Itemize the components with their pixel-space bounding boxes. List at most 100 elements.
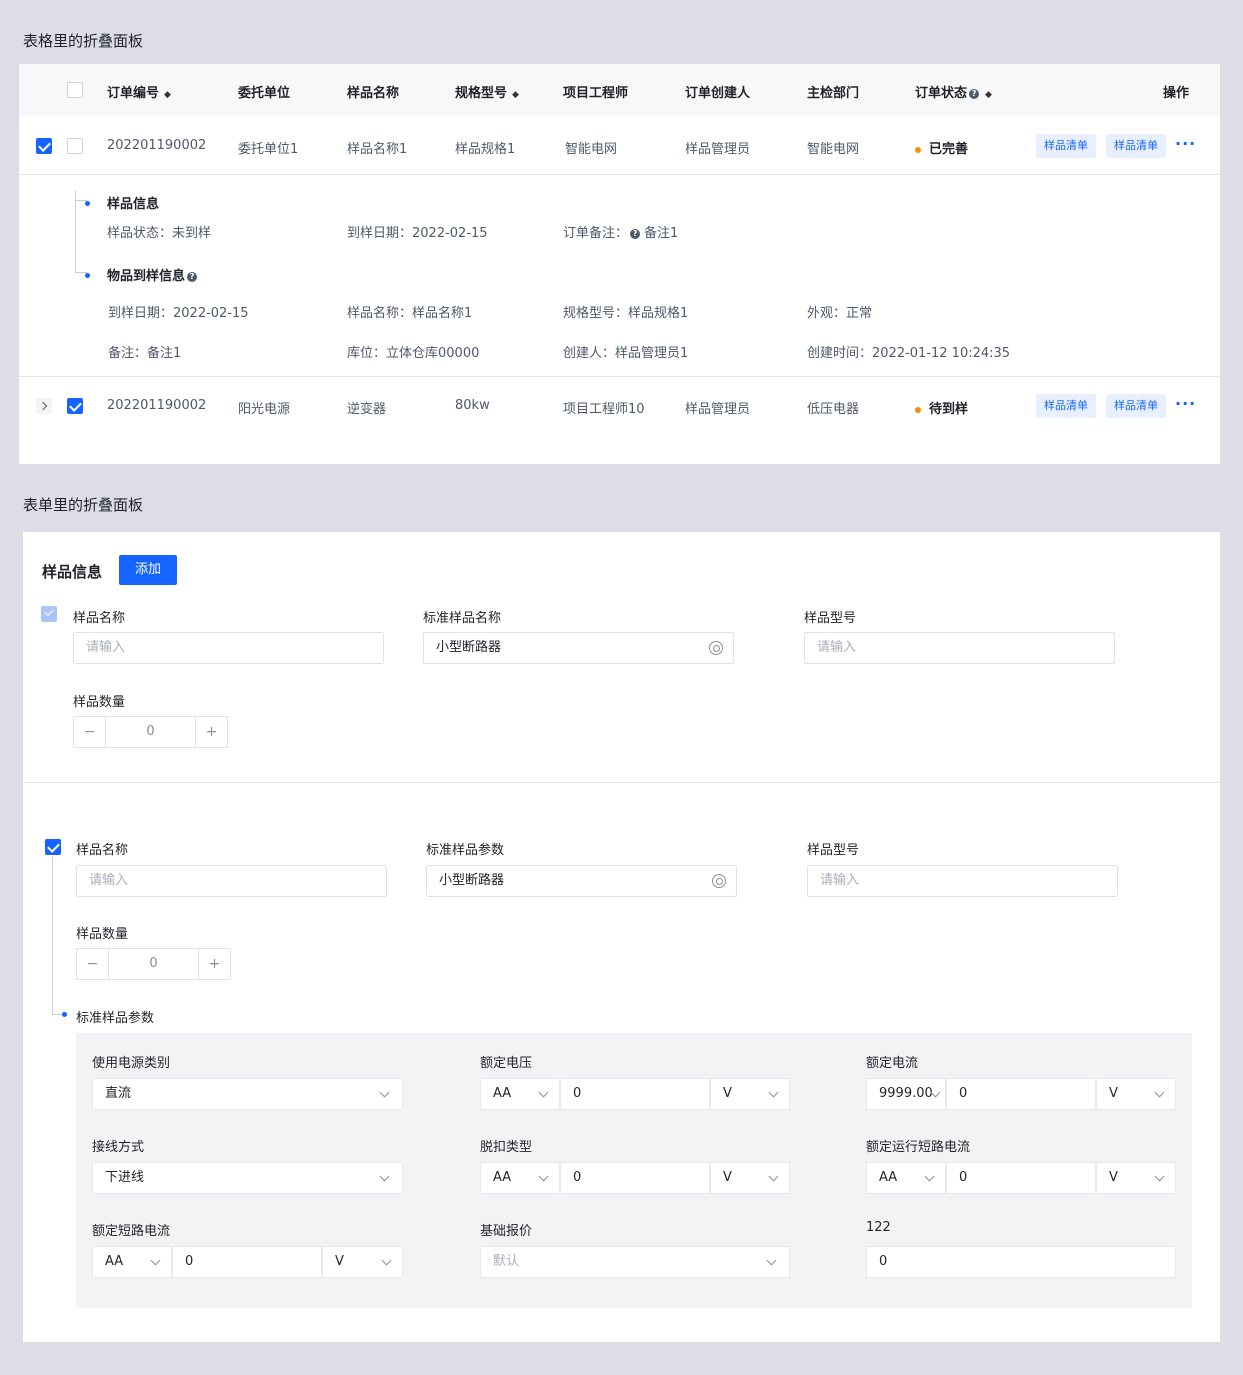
- rated-short-label: 额定短路电流: [92, 1224, 171, 1239]
- sample-name-input[interactable]: 请输入: [76, 865, 387, 897]
- quantity-value[interactable]: 0: [105, 717, 196, 747]
- quantity-value[interactable]: 0: [108, 949, 199, 979]
- cell-dept: 智能电网: [807, 142, 860, 157]
- increment-button[interactable]: +: [196, 717, 227, 747]
- short-unit-select[interactable]: V: [322, 1246, 403, 1278]
- rated-voltage-prefix-select[interactable]: AA: [480, 1078, 560, 1110]
- th-status[interactable]: 订单状态? ◆: [915, 82, 992, 101]
- row-checkbox[interactable]: [67, 398, 83, 414]
- cell-client: 委托单位1: [238, 142, 299, 157]
- sort-icon[interactable]: ◆: [512, 90, 519, 100]
- help-icon: ?: [969, 88, 980, 99]
- th-action: 操作: [1163, 86, 1190, 101]
- std-sample-param-input[interactable]: 小型断路器: [426, 865, 737, 897]
- rated-voltage-input[interactable]: 0: [560, 1078, 710, 1110]
- gear-icon[interactable]: [712, 874, 726, 888]
- trip-input[interactable]: 0: [560, 1162, 710, 1194]
- short-input[interactable]: 0: [172, 1246, 322, 1278]
- decrement-button[interactable]: −: [74, 717, 105, 747]
- cell-sample-name: 样品名称1: [347, 142, 408, 157]
- rated-current-prefix-select[interactable]: 9999.00: [866, 1078, 946, 1110]
- base-price-label: 基础报价: [480, 1224, 533, 1239]
- sample-model-input[interactable]: 请输入: [807, 865, 1118, 897]
- group2-checkbox[interactable]: [45, 839, 61, 855]
- status-dot: [915, 406, 921, 413]
- form-panel: 样品信息 添加 样品名称 请输入 标准样品名称 小型断路器 样品型号 请输入 样…: [23, 532, 1220, 1342]
- run-short-prefix-select[interactable]: AA: [866, 1162, 946, 1194]
- sample-list-button[interactable]: 样品清单: [1106, 134, 1166, 158]
- section-title-table: 表格里的折叠面板: [23, 32, 144, 50]
- row-checkbox[interactable]: [67, 138, 83, 154]
- wiring-select[interactable]: 下进线: [92, 1162, 403, 1194]
- std-sample-name-input[interactable]: 小型断路器: [423, 632, 734, 664]
- power-type-label: 使用电源类别: [92, 1056, 171, 1071]
- base-price-select[interactable]: 默认: [480, 1246, 790, 1278]
- sample-status: 样品状态：未到样: [107, 226, 212, 241]
- arrival-sample-name: 样品名称：样品名称1: [347, 306, 473, 321]
- add-button[interactable]: 添加: [119, 555, 178, 585]
- th-dept: 主检部门: [807, 86, 860, 101]
- sample-name-input[interactable]: 请输入: [73, 632, 384, 664]
- sample-name-label: 样品名称: [73, 611, 126, 626]
- power-type-select[interactable]: 直流: [92, 1078, 403, 1110]
- sample-list-button[interactable]: 样品清单: [1036, 394, 1096, 418]
- sample-model-input[interactable]: 请输入: [804, 632, 1115, 664]
- tree-line: [52, 856, 53, 1014]
- cell-dept: 低压电器: [807, 402, 860, 417]
- run-short-unit-select[interactable]: V: [1096, 1162, 1176, 1194]
- field-122-label: 122: [866, 1220, 891, 1235]
- rated-current-input[interactable]: 0: [946, 1078, 1096, 1110]
- rated-current-unit-select[interactable]: V: [1096, 1078, 1176, 1110]
- status-badge: 待到样: [915, 398, 968, 417]
- decrement-button[interactable]: −: [77, 949, 108, 979]
- rated-run-short-label: 额定运行短路电流: [866, 1140, 971, 1155]
- sample-info-title: 样品信息: [107, 197, 160, 212]
- th-client: 委托单位: [238, 86, 291, 101]
- trip-prefix-select[interactable]: AA: [480, 1162, 560, 1194]
- quantity-stepper[interactable]: − 0 +: [73, 716, 228, 748]
- arrival-date-2: 到样日期：2022-02-15: [108, 306, 249, 321]
- arrival-date: 到样日期：2022-02-15: [347, 226, 488, 241]
- chevron-down-icon: [766, 1255, 777, 1266]
- chevron-down-icon: [538, 1171, 549, 1182]
- arrival-info-title: 物品到样信息?: [107, 265, 201, 284]
- trip-unit-select[interactable]: V: [710, 1162, 790, 1194]
- increment-button[interactable]: +: [199, 949, 230, 979]
- row-expand-checkbox[interactable]: [36, 138, 52, 154]
- chevron-down-icon: [768, 1087, 779, 1098]
- sort-icon[interactable]: ◆: [164, 90, 171, 100]
- select-all-checkbox[interactable]: [67, 82, 83, 98]
- help-icon: ?: [630, 228, 641, 239]
- order-note: 订单备注：? 备注1: [563, 226, 679, 241]
- gear-icon[interactable]: [709, 641, 723, 655]
- arrival-appearance: 外观：正常: [807, 306, 873, 321]
- sort-icon[interactable]: ◆: [985, 90, 992, 100]
- form-header-title: 样品信息: [42, 563, 103, 581]
- field-122-input[interactable]: 0: [866, 1246, 1176, 1278]
- more-icon[interactable]: ···: [1175, 394, 1196, 413]
- sample-list-button[interactable]: 样品清单: [1036, 134, 1096, 158]
- chevron-down-icon: [768, 1171, 779, 1182]
- chevron-down-icon: [1154, 1087, 1165, 1098]
- cell-order-no: 202201190002: [107, 138, 207, 153]
- status-badge: 已完善: [915, 138, 968, 157]
- th-order-no[interactable]: 订单编号 ◆: [107, 82, 171, 101]
- rated-voltage-unit-select[interactable]: V: [710, 1078, 790, 1110]
- sample-list-button[interactable]: 样品清单: [1106, 394, 1166, 418]
- sample-model-label: 样品型号: [807, 843, 860, 858]
- more-icon[interactable]: ···: [1175, 134, 1196, 153]
- th-creator: 订单创建人: [685, 86, 751, 101]
- std-sample-name-label: 标准样品名称: [423, 611, 502, 626]
- short-prefix-select[interactable]: AA: [92, 1246, 172, 1278]
- rated-current-label: 额定电流: [866, 1056, 919, 1071]
- quantity-stepper[interactable]: − 0 +: [76, 948, 231, 980]
- expand-row-icon[interactable]: [36, 398, 52, 414]
- bullet-dot: [85, 201, 90, 206]
- chevron-down-icon: [381, 1255, 392, 1266]
- section-title-form: 表单里的折叠面板: [23, 496, 144, 514]
- th-spec[interactable]: 规格型号 ◆: [455, 82, 519, 101]
- tree-branch: [52, 1014, 62, 1015]
- run-short-input[interactable]: 0: [946, 1162, 1096, 1194]
- chevron-down-icon: [150, 1255, 161, 1266]
- cell-order-no: 202201190002: [107, 398, 207, 413]
